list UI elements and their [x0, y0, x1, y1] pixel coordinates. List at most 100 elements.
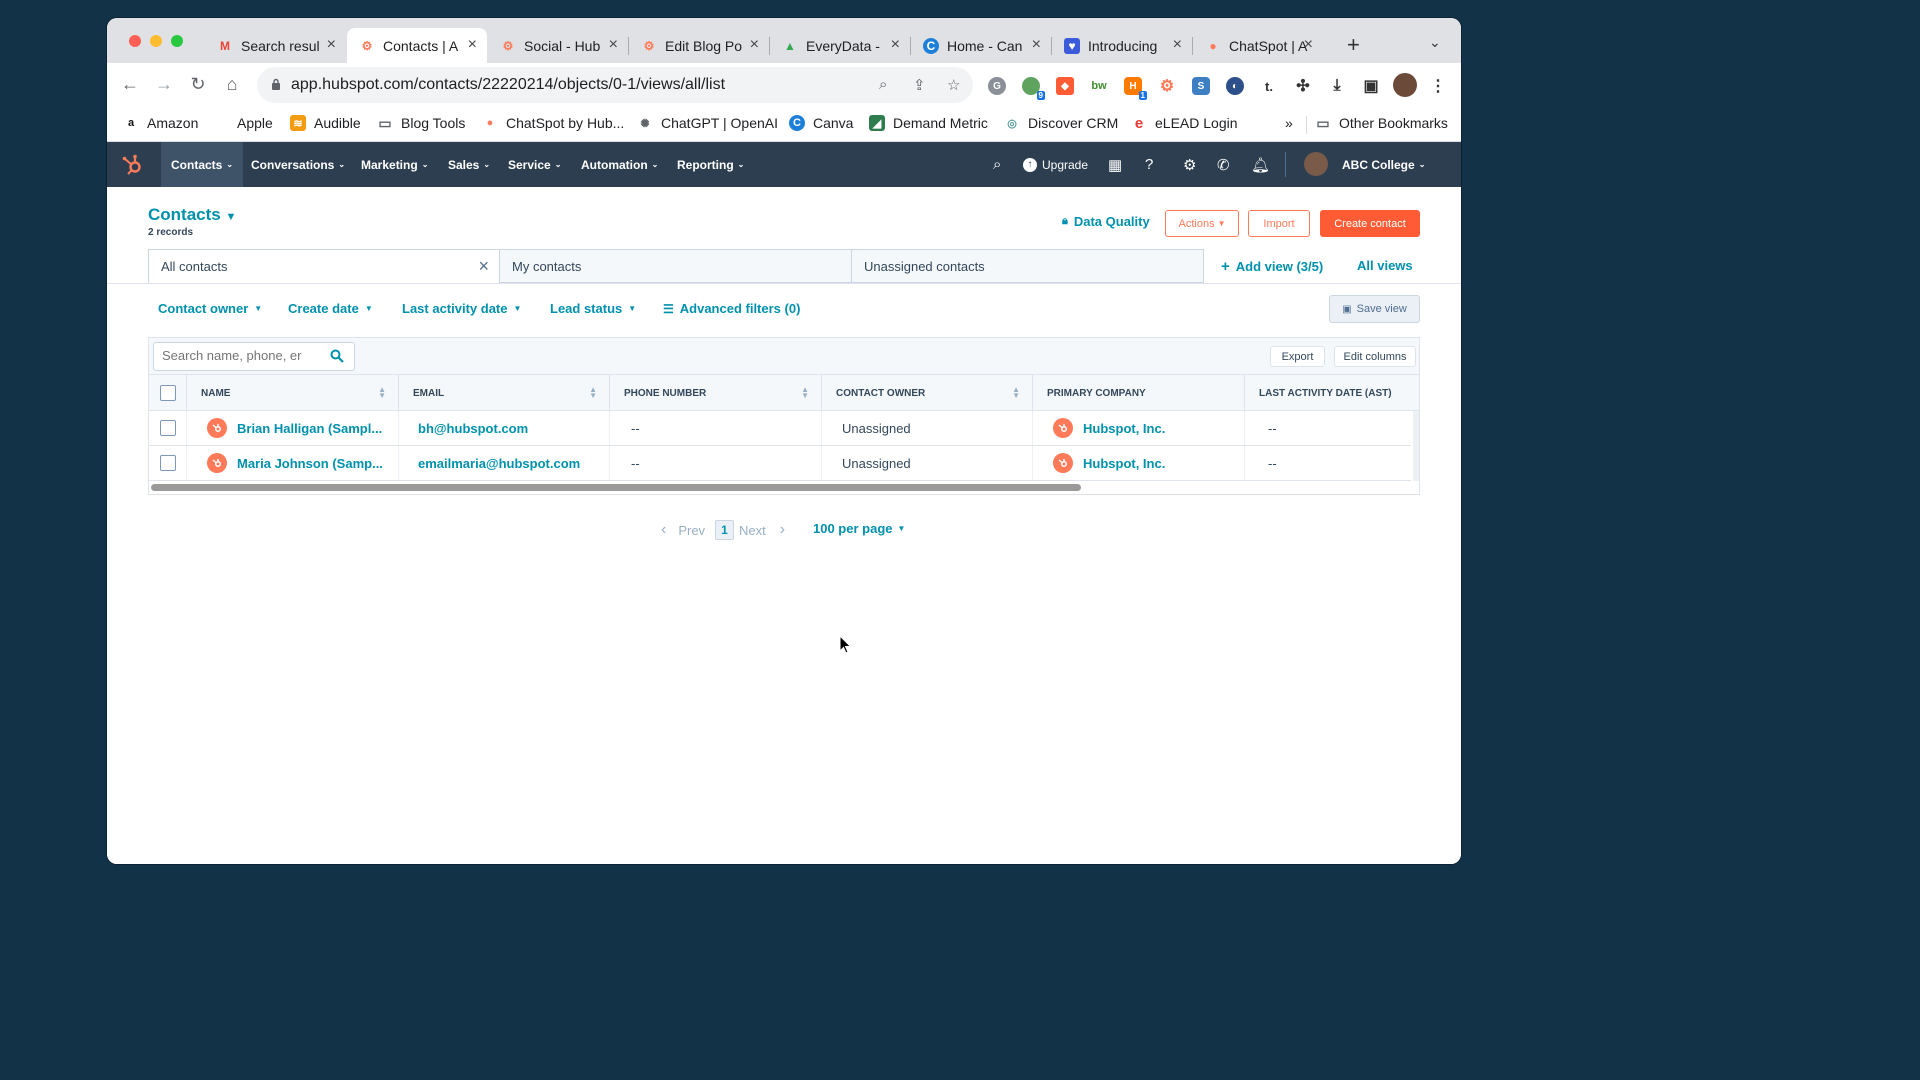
- bookmark-item[interactable]: ✺ ChatGPT | OpenAI: [637, 115, 778, 131]
- nav-service[interactable]: Service ⌄: [508, 142, 561, 187]
- help-icon[interactable]: ?: [1145, 156, 1153, 173]
- per-page-dropdown[interactable]: 100 per page ▼: [813, 521, 905, 536]
- actions-button[interactable]: Actions ▼: [1165, 210, 1239, 237]
- bookmark-item[interactable]: Apple: [213, 115, 273, 131]
- bookmark-star-icon[interactable]: ☆: [947, 76, 960, 94]
- sidepanel-icon[interactable]: ▣: [1362, 77, 1380, 95]
- bookmark-item[interactable]: ▭ Blog Tools: [377, 115, 465, 132]
- sort-icon[interactable]: ▲ ▼: [801, 386, 809, 400]
- maximize-window-button[interactable]: [171, 35, 183, 47]
- create-contact-button[interactable]: Create contact: [1320, 210, 1420, 237]
- filter-last-activity-date[interactable]: Last activity date ▼: [402, 301, 521, 316]
- import-button[interactable]: Import: [1248, 210, 1310, 237]
- hubspot-logo-icon[interactable]: [121, 153, 145, 177]
- forward-arrow-icon[interactable]: →: [153, 74, 175, 95]
- bookmark-item[interactable]: ● ChatSpot by Hub...: [482, 115, 625, 131]
- bookmark-item[interactable]: C Canva: [789, 115, 853, 131]
- edit-columns-button[interactable]: Edit columns: [1334, 346, 1416, 367]
- menu-dots-icon[interactable]: ⋮: [1429, 77, 1447, 95]
- extension-icon[interactable]: t.: [1260, 77, 1278, 95]
- save-view-button[interactable]: ▣ Save view: [1329, 295, 1420, 323]
- other-bookmarks[interactable]: ▭ Other Bookmarks: [1315, 115, 1448, 132]
- column-header-name[interactable]: NAME ▲ ▼: [187, 375, 399, 411]
- close-tab-icon[interactable]: ×: [891, 36, 900, 54]
- search-box[interactable]: [153, 342, 355, 371]
- view-tab-all-contacts[interactable]: All contacts ×: [148, 249, 500, 283]
- contact-email-link[interactable]: bh@hubspot.com: [418, 421, 528, 436]
- bookmark-item[interactable]: e eLEAD Login: [1131, 115, 1238, 132]
- tab-search-chevron-icon[interactable]: ⌄: [1429, 34, 1441, 51]
- filter-contact-owner[interactable]: Contact owner ▼: [158, 301, 262, 316]
- close-tab-icon[interactable]: ×: [1304, 36, 1313, 54]
- account-menu[interactable]: ABC College ⌄: [1342, 142, 1425, 187]
- export-button[interactable]: Export: [1270, 346, 1325, 367]
- upgrade-button[interactable]: ↑ Upgrade: [1023, 142, 1088, 187]
- page-title[interactable]: Contacts ▼: [148, 205, 236, 225]
- bw-extension-icon[interactable]: bw: [1090, 77, 1108, 95]
- back-arrow-icon[interactable]: ←: [119, 74, 141, 95]
- bookmarks-overflow-button[interactable]: »: [1285, 115, 1293, 131]
- column-header-email[interactable]: EMAIL ▲ ▼: [399, 375, 610, 411]
- column-header-phone[interactable]: PHONE NUMBER ▲ ▼: [610, 375, 822, 411]
- nav-marketing[interactable]: Marketing ⌄: [361, 142, 428, 187]
- marketplace-icon[interactable]: ▦: [1108, 156, 1122, 174]
- nav-sales[interactable]: Sales ⌄: [448, 142, 490, 187]
- zoom-icon[interactable]: ⌕: [879, 76, 887, 93]
- column-header-last-activity[interactable]: LAST ACTIVITY DATE (AST): [1245, 375, 1419, 411]
- extension-icon[interactable]: H1: [1124, 77, 1147, 100]
- row-checkbox[interactable]: [160, 455, 176, 471]
- new-tab-icon[interactable]: +: [1347, 32, 1360, 58]
- sync-extension-icon[interactable]: S: [1192, 77, 1210, 95]
- extension-icon[interactable]: 9: [1022, 77, 1045, 100]
- reload-icon[interactable]: ↻: [187, 74, 209, 95]
- download-icon[interactable]: ⤓: [1328, 77, 1346, 95]
- close-window-button[interactable]: [129, 35, 141, 47]
- close-tab-icon[interactable]: ×: [327, 36, 336, 54]
- grammarly-icon[interactable]: G: [988, 77, 1006, 95]
- column-header-primary-company[interactable]: PRIMARY COMPANY: [1033, 375, 1245, 411]
- browser-tab[interactable]: ⚙ Social - Hub ×: [488, 28, 628, 63]
- nav-reporting[interactable]: Reporting ⌄: [677, 142, 744, 187]
- horizontal-scrollbar[interactable]: [151, 484, 1081, 491]
- company-link[interactable]: Hubspot, Inc.: [1083, 456, 1165, 471]
- current-page[interactable]: 1: [715, 520, 734, 540]
- puzzle-icon[interactable]: ✣: [1294, 77, 1312, 95]
- vertical-scrollbar[interactable]: [1413, 411, 1419, 481]
- calling-phone-icon[interactable]: ✆: [1217, 156, 1230, 174]
- settings-gear-icon[interactable]: ⚙: [1183, 156, 1196, 174]
- row-checkbox[interactable]: [160, 420, 176, 436]
- home-icon[interactable]: ⌂: [221, 74, 243, 95]
- share-icon[interactable]: ⇪: [913, 76, 926, 94]
- browser-tab[interactable]: M Search resul ×: [205, 28, 346, 63]
- owner-cell[interactable]: Unassigned: [822, 411, 1033, 445]
- advanced-filters-button[interactable]: ☰ Advanced filters (0): [663, 301, 800, 316]
- filter-create-date[interactable]: Create date ▼: [288, 301, 373, 316]
- bookmark-item[interactable]: ≋ Audible: [290, 115, 361, 131]
- close-tab-icon[interactable]: ×: [750, 36, 759, 54]
- view-tab-my-contacts[interactable]: My contacts: [499, 249, 852, 283]
- close-tab-icon[interactable]: ×: [468, 36, 477, 54]
- close-tab-icon[interactable]: ×: [1173, 36, 1182, 54]
- prev-page-button[interactable]: ‹ Prev: [661, 521, 705, 539]
- browser-tab[interactable]: ♥ Introducing ×: [1052, 28, 1192, 63]
- bookmark-item[interactable]: ◎ Discover CRM: [1004, 115, 1118, 131]
- browser-tab[interactable]: C Home - Can ×: [911, 28, 1051, 63]
- bookmark-item[interactable]: ◢ Demand Metric: [869, 115, 988, 131]
- close-tab-icon[interactable]: ×: [609, 36, 618, 54]
- select-all-checkbox[interactable]: [160, 385, 176, 401]
- bookmark-item[interactable]: a Amazon: [123, 115, 198, 131]
- address-bar[interactable]: app.hubspot.com/contacts/22220214/object…: [257, 67, 973, 103]
- nav-contacts[interactable]: Contacts ⌄: [161, 142, 244, 187]
- sort-icon[interactable]: ▲ ▼: [589, 386, 597, 400]
- contact-email-link[interactable]: emailmaria@hubspot.com: [418, 456, 580, 471]
- sort-icon[interactable]: ▲ ▼: [1012, 386, 1020, 400]
- sort-icon[interactable]: ▲ ▼: [378, 386, 386, 400]
- minimize-window-button[interactable]: [150, 35, 162, 47]
- profile-avatar[interactable]: [1393, 73, 1417, 97]
- browser-tab[interactable]: ● ChatSpot | A ×: [1193, 28, 1323, 63]
- hubspot-sprocket-icon[interactable]: ⚙: [1158, 77, 1176, 95]
- close-icon[interactable]: ×: [478, 256, 489, 277]
- close-tab-icon[interactable]: ×: [1032, 36, 1041, 54]
- column-header-contact-owner[interactable]: CONTACT OWNER ▲ ▼: [822, 375, 1033, 411]
- hubspot-extension-icon[interactable]: ◆: [1056, 77, 1074, 95]
